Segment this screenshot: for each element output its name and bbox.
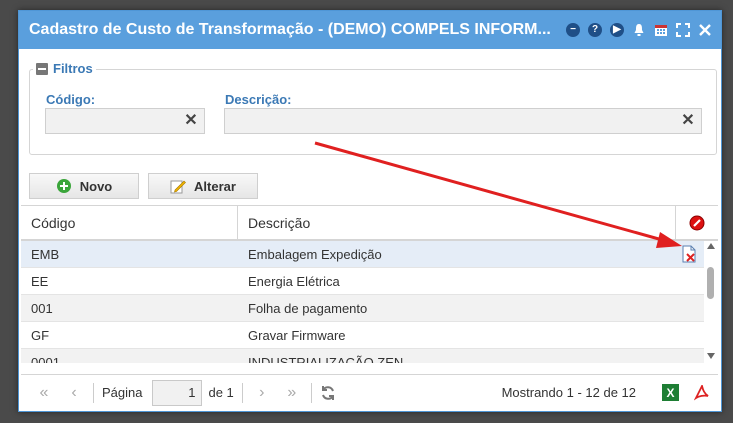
- cell-descricao: Embalagem Expedição: [248, 246, 382, 262]
- pager-divider: [93, 382, 94, 403]
- scroll-up-icon[interactable]: [707, 243, 715, 249]
- data-grid: Código Descrição EMB Embalagem Expedição…: [21, 205, 718, 363]
- bell-icon[interactable]: [631, 22, 647, 38]
- dialog-window: Cadastro de Custo de Transformação - (DE…: [18, 10, 722, 412]
- descricao-label: Descrição:: [225, 92, 292, 107]
- help-icon[interactable]: ?: [587, 22, 603, 38]
- clear-codigo-icon[interactable]: ✕: [182, 112, 200, 130]
- prev-page-icon[interactable]: ‹: [63, 384, 85, 402]
- scroll-down-icon[interactable]: [707, 353, 715, 359]
- title-bar: Cadastro de Custo de Transformação - (DE…: [19, 11, 721, 49]
- vertical-scrollbar[interactable]: [704, 241, 718, 363]
- grid-header: Código Descrição: [21, 205, 718, 241]
- descricao-field[interactable]: ✕: [224, 108, 702, 134]
- pdf-export-icon[interactable]: [693, 384, 710, 401]
- last-page-icon[interactable]: »: [281, 384, 303, 402]
- close-icon[interactable]: [697, 22, 713, 38]
- page-number-input[interactable]: 1: [152, 379, 203, 406]
- column-header-codigo[interactable]: Código: [21, 206, 238, 239]
- table-row[interactable]: EMB Embalagem Expedição: [21, 241, 718, 268]
- filters-legend-label: Filtros: [53, 61, 93, 76]
- table-row[interactable]: 001 Folha de pagamento: [21, 295, 718, 322]
- alterar-button[interactable]: Alterar: [148, 173, 258, 199]
- pager-divider: [310, 382, 312, 403]
- novo-button[interactable]: Novo: [29, 173, 139, 199]
- table-row[interactable]: GF Gravar Firmware: [21, 322, 718, 349]
- first-page-icon[interactable]: «: [33, 384, 55, 402]
- delete-document-icon: [682, 245, 696, 263]
- table-row[interactable]: 0001 INDUSTRIALIZAÇÃO ZEN: [21, 349, 718, 363]
- table-row[interactable]: EE Energia Elétrica: [21, 268, 718, 295]
- scroll-thumb[interactable]: [707, 267, 714, 299]
- clear-descricao-icon[interactable]: ✕: [679, 112, 697, 130]
- cell-codigo: EMB: [31, 246, 60, 262]
- refresh-icon[interactable]: [320, 385, 336, 401]
- row-delete-button[interactable]: [676, 241, 704, 267]
- cell-descricao: INDUSTRIALIZAÇÃO ZEN: [248, 354, 404, 364]
- filters-legend[interactable]: Filtros: [33, 61, 96, 76]
- excel-export-icon[interactable]: X: [662, 384, 679, 401]
- novo-label: Novo: [79, 178, 113, 194]
- pager-divider: [241, 382, 243, 403]
- codigo-field[interactable]: ✕: [45, 108, 205, 134]
- cell-codigo: 001: [31, 300, 53, 316]
- calendar-icon[interactable]: [653, 22, 669, 38]
- edit-icon: [170, 180, 186, 194]
- cell-codigo: GF: [31, 327, 50, 343]
- page-of-label: de 1: [208, 385, 234, 400]
- collapse-icon[interactable]: [36, 62, 48, 75]
- window-title: Cadastro de Custo de Transformação - (DE…: [29, 21, 551, 38]
- grid-body: EMB Embalagem Expedição EE Energia Elétr…: [21, 241, 718, 363]
- dash-circle-icon[interactable]: −: [565, 22, 581, 38]
- cell-codigo: EE: [31, 273, 49, 289]
- alterar-label: Alterar: [194, 178, 236, 194]
- add-icon: [56, 179, 71, 193]
- pager-bar: « ‹ Página 1 de 1 › » Mostrando 1 - 12 d…: [21, 374, 718, 410]
- next-page-icon[interactable]: ›: [251, 384, 273, 402]
- column-header-actions: [676, 206, 718, 239]
- cell-descricao: Folha de pagamento: [248, 300, 368, 316]
- expand-icon[interactable]: [675, 22, 691, 38]
- cell-codigo: 0001: [31, 354, 60, 364]
- page-label: Página: [102, 385, 143, 400]
- codigo-label: Código:: [46, 92, 96, 107]
- play-icon[interactable]: ▶: [609, 22, 625, 38]
- cell-descricao: Gravar Firmware: [248, 327, 346, 343]
- delete-header-icon: [689, 215, 705, 230]
- cell-descricao: Energia Elétrica: [248, 273, 340, 289]
- records-summary: Mostrando 1 - 12 de 12: [501, 385, 636, 400]
- column-header-descricao[interactable]: Descrição: [238, 206, 676, 239]
